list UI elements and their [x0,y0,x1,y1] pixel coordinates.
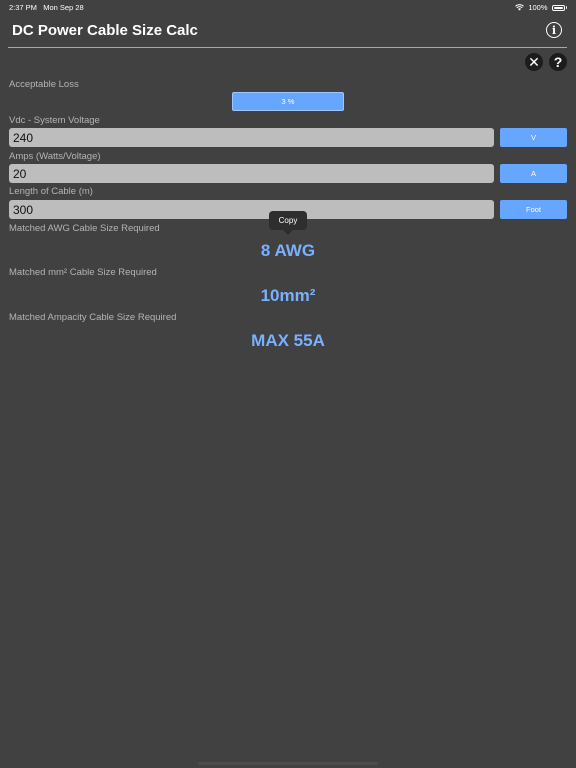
status-time: 2:37 PM Mon Sep 28 [9,3,84,12]
amps-label: Amps (Watts/Voltage) [9,151,101,162]
clear-button[interactable]: ✕ [525,53,543,71]
page-title: DC Power Cable Size Calc [12,22,198,39]
help-button[interactable]: ? [549,53,567,71]
amps-unit-button[interactable]: A [500,164,567,183]
length-unit-button[interactable]: Foot [500,200,567,219]
home-indicator[interactable] [198,762,378,765]
ampacity-result-value: MAX 55A [251,331,325,350]
close-icon: ✕ [528,54,540,70]
voltage-input[interactable]: 240 [9,128,494,147]
length-label: Length of Cable (m) [9,186,93,197]
wifi-icon [515,4,525,11]
status-bar: 2:37 PM Mon Sep 28 100% [0,0,576,14]
copy-tooltip[interactable]: Copy [269,211,307,235]
info-icon[interactable]: i [546,22,562,38]
status-time-value: 2:37 PM [9,3,37,12]
voltage-label: Vdc - System Voltage [9,115,100,126]
mm2-result-label: Matched mm² Cable Size Required [9,267,157,278]
awg-result-value: 8 AWG [260,241,316,260]
ampacity-result-label: Matched Ampacity Cable Size Required [9,312,177,323]
loss-label: Acceptable Loss [9,79,79,90]
battery-cap [565,6,567,9]
mm2-result-value: 10mm² [260,286,316,305]
battery-percent: 100% [528,3,548,12]
awg-result-label: Matched AWG Cable Size Required [9,223,160,234]
amps-input[interactable]: 20 [9,164,494,183]
loss-selector-button[interactable]: 3 % [232,92,344,111]
question-icon: ? [553,54,563,70]
header-divider [8,47,567,48]
status-date-value: Mon Sep 28 [43,3,84,12]
battery-icon [551,4,565,11]
length-input[interactable]: 300 [9,200,494,219]
voltage-unit-button[interactable]: V [500,128,567,147]
status-indicators: 100% [515,3,567,12]
